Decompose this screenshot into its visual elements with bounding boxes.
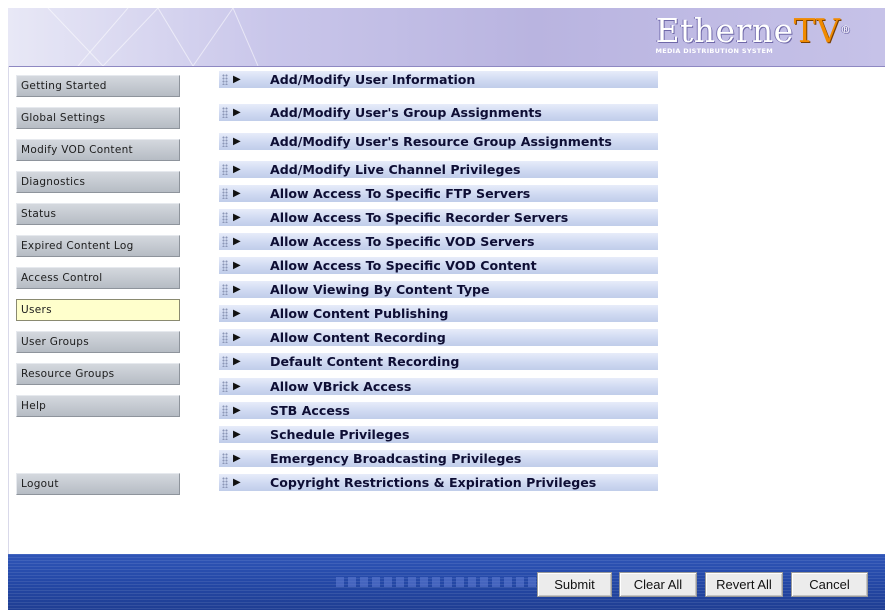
privilege-label: Allow VBrick Access xyxy=(270,379,412,394)
privilege-row-schedule-privileges[interactable]: ▶ Schedule Privileges xyxy=(219,426,658,443)
triangle-right-icon[interactable]: ▶ xyxy=(233,209,241,226)
page-border xyxy=(8,66,9,554)
triangle-right-icon[interactable]: ▶ xyxy=(233,281,241,298)
grip-dots-icon xyxy=(222,164,228,175)
triangle-right-icon[interactable]: ▶ xyxy=(233,133,241,150)
grip-dots-icon xyxy=(222,260,228,271)
sidebar-item-modify-vod-content[interactable]: Modify VOD Content xyxy=(16,139,180,161)
privilege-label: Add/Modify Live Channel Privileges xyxy=(270,162,521,177)
triangle-right-icon[interactable]: ▶ xyxy=(233,353,241,370)
grip-dots-icon xyxy=(222,453,228,464)
triangle-right-icon[interactable]: ▶ xyxy=(233,71,241,88)
sidebar-item-status[interactable]: Status xyxy=(16,203,180,225)
triangle-right-icon[interactable]: ▶ xyxy=(233,305,241,322)
triangle-right-icon[interactable]: ▶ xyxy=(233,378,241,395)
grip-dots-icon xyxy=(222,188,228,199)
privilege-label: Copyright Restrictions & Expiration Priv… xyxy=(270,475,597,490)
privilege-row-content-recording[interactable]: ▶ Allow Content Recording xyxy=(219,329,658,346)
sidebar-item-expired-content-log[interactable]: Expired Content Log xyxy=(16,235,180,257)
grip-dots-icon xyxy=(222,405,228,416)
sidebar-item-getting-started[interactable]: Getting Started xyxy=(16,75,180,97)
cancel-button[interactable]: Cancel xyxy=(791,572,868,597)
triangle-right-icon[interactable]: ▶ xyxy=(233,104,241,121)
privilege-row-default-content-recording[interactable]: ▶ Default Content Recording xyxy=(219,353,658,370)
privilege-row-copyright-restrictions[interactable]: ▶ Copyright Restrictions & Expiration Pr… xyxy=(219,474,658,491)
grip-dots-icon xyxy=(222,332,228,343)
privilege-row-emergency-broadcasting[interactable]: ▶ Emergency Broadcasting Privileges xyxy=(219,450,658,467)
privilege-row-vod-content[interactable]: ▶ Allow Access To Specific VOD Content xyxy=(219,257,658,274)
triangle-right-icon[interactable]: ▶ xyxy=(233,474,241,491)
triangle-right-icon[interactable]: ▶ xyxy=(233,185,241,202)
privilege-row-vbrick-access[interactable]: ▶ Allow VBrick Access xyxy=(219,378,658,395)
triangle-right-icon[interactable]: ▶ xyxy=(233,450,241,467)
grip-dots-icon xyxy=(222,236,228,247)
privilege-row-user-group-assignments[interactable]: ▶ Add/Modify User's Group Assignments xyxy=(219,104,658,121)
grip-dots-icon xyxy=(222,477,228,488)
sidebar-item-access-control[interactable]: Access Control xyxy=(16,267,180,289)
privilege-label: Add/Modify User Information xyxy=(270,72,476,87)
grip-dots-icon xyxy=(222,284,228,295)
privilege-row-add-modify-user-information[interactable]: ▶ Add/Modify User Information xyxy=(219,71,658,88)
submit-button[interactable]: Submit xyxy=(537,572,612,597)
privilege-label: Allow Viewing By Content Type xyxy=(270,282,490,297)
privilege-row-recorder-servers[interactable]: ▶ Allow Access To Specific Recorder Serv… xyxy=(219,209,658,226)
grip-dots-icon xyxy=(222,308,228,319)
grip-dots-icon xyxy=(222,107,228,118)
header-decoration xyxy=(47,8,259,66)
privilege-row-viewing-by-content-type[interactable]: ▶ Allow Viewing By Content Type xyxy=(219,281,658,298)
privilege-row-stb-access[interactable]: ▶ STB Access xyxy=(219,402,658,419)
triangle-right-icon[interactable]: ▶ xyxy=(233,161,241,178)
privilege-label: STB Access xyxy=(270,403,350,418)
privilege-row-content-publishing[interactable]: ▶ Allow Content Publishing xyxy=(219,305,658,322)
triangle-right-icon[interactable]: ▶ xyxy=(233,402,241,419)
sidebar-item-diagnostics[interactable]: Diagnostics xyxy=(16,171,180,193)
ethernetv-logo: EtherneTV® MEDIA DISTRIBUTION SYSTEM xyxy=(655,11,851,56)
privilege-row-live-channel-privileges[interactable]: ▶ Add/Modify Live Channel Privileges xyxy=(219,161,658,178)
privilege-label: Add/Modify User's Group Assignments xyxy=(270,105,542,120)
grip-dots-icon xyxy=(222,429,228,440)
triangle-right-icon[interactable]: ▶ xyxy=(233,329,241,346)
privilege-label: Allow Content Publishing xyxy=(270,306,449,321)
privilege-label: Allow Access To Specific Recorder Server… xyxy=(270,210,569,225)
grip-dots-icon xyxy=(222,136,228,147)
privilege-label: Default Content Recording xyxy=(270,354,460,369)
privilege-label: Emergency Broadcasting Privileges xyxy=(270,451,522,466)
header-banner: EtherneTV® MEDIA DISTRIBUTION SYSTEM xyxy=(8,8,885,67)
logout-button[interactable]: Logout xyxy=(16,473,180,495)
clear-all-button[interactable]: Clear All xyxy=(619,572,697,597)
privilege-label: Allow Content Recording xyxy=(270,330,446,345)
grip-dots-icon xyxy=(222,74,228,85)
triangle-right-icon[interactable]: ▶ xyxy=(233,257,241,274)
grip-dots-icon xyxy=(222,381,228,392)
sidebar-item-resource-groups[interactable]: Resource Groups xyxy=(16,363,180,385)
sidebar-item-global-settings[interactable]: Global Settings xyxy=(16,107,180,129)
footer-decoration xyxy=(336,577,556,587)
privilege-label: Schedule Privileges xyxy=(270,427,410,442)
grip-dots-icon xyxy=(222,212,228,223)
privilege-label: Add/Modify User's Resource Group Assignm… xyxy=(270,134,612,149)
revert-all-button[interactable]: Revert All xyxy=(705,572,783,597)
privilege-row-vod-servers[interactable]: ▶ Allow Access To Specific VOD Servers xyxy=(219,233,658,250)
privilege-row-ftp-servers[interactable]: ▶ Allow Access To Specific FTP Servers xyxy=(219,185,658,202)
sidebar-item-user-groups[interactable]: User Groups xyxy=(16,331,180,353)
sidebar-item-users[interactable]: Users xyxy=(16,299,180,321)
triangle-right-icon[interactable]: ▶ xyxy=(233,233,241,250)
sidebar-item-help[interactable]: Help xyxy=(16,395,180,417)
privilege-label: Allow Access To Specific VOD Content xyxy=(270,258,537,273)
privilege-row-resource-group-assignments[interactable]: ▶ Add/Modify User's Resource Group Assig… xyxy=(219,133,658,150)
grip-dots-icon xyxy=(222,356,228,367)
triangle-right-icon[interactable]: ▶ xyxy=(233,426,241,443)
app-window: EtherneTV® MEDIA DISTRIBUTION SYSTEM Get… xyxy=(0,0,885,610)
privilege-label: Allow Access To Specific VOD Servers xyxy=(270,234,535,249)
privilege-label: Allow Access To Specific FTP Servers xyxy=(270,186,531,201)
